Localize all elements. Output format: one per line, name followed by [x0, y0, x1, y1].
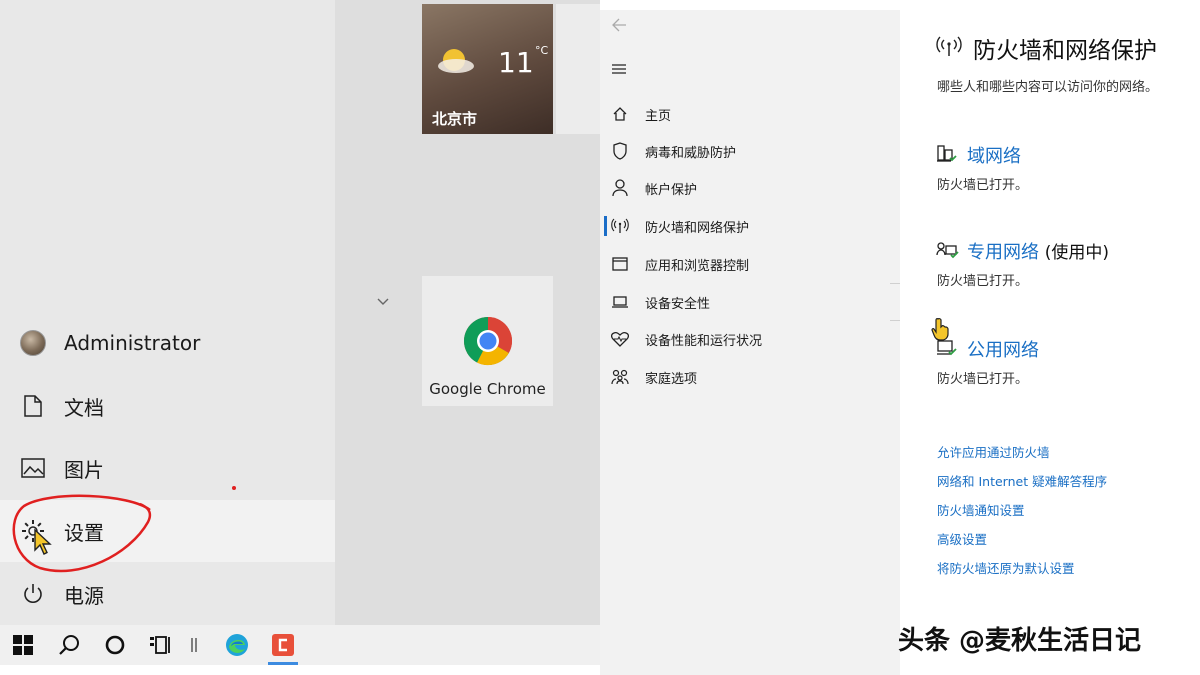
- network-troubleshooter-link[interactable]: 网络和 Internet 疑难解答程序: [937, 471, 1107, 490]
- heart-icon: [610, 329, 630, 349]
- domain-network-status: 防火墙已打开。: [937, 178, 1029, 193]
- laptop-icon: [610, 292, 630, 312]
- start-item-label: 图片: [64, 457, 104, 482]
- chrome-tile[interactable]: Google Chrome: [422, 276, 553, 406]
- chevron-down-icon[interactable]: [373, 292, 393, 312]
- nav-item-family-options[interactable]: 家庭选项: [600, 359, 900, 395]
- nav-item-firewall[interactable]: 防火墙和网络保护: [600, 208, 900, 244]
- start-user-account[interactable]: Administrator: [0, 312, 335, 374]
- network-name: 域网络: [967, 146, 1021, 167]
- cortana-icon: [105, 635, 125, 655]
- browser-window-icon: [610, 254, 630, 274]
- person-icon: [610, 178, 630, 198]
- task-view-button[interactable]: [138, 625, 184, 665]
- allow-app-through-firewall-link[interactable]: 允许应用通过防火墙: [937, 442, 1050, 461]
- network-name: 公用网络: [967, 340, 1039, 361]
- antenna-icon: [610, 216, 630, 236]
- document-icon: [20, 393, 46, 419]
- nav-item-label: 帐户保护: [645, 182, 698, 198]
- annotation-dot: [232, 486, 236, 490]
- nav-item-label: 设备性能和运行状况: [645, 333, 763, 349]
- start-item-label: 电源: [64, 583, 104, 608]
- chrome-tile-label: Google Chrome: [429, 380, 546, 398]
- watermark: 头条 @麦秋生活日记: [898, 626, 1142, 656]
- nav-top-strip: [600, 0, 900, 10]
- chrome-icon: [463, 317, 513, 366]
- partly-cloudy-icon: [438, 49, 474, 73]
- private-network-link[interactable]: 专用网络 (使用中): [967, 238, 1109, 264]
- private-network-status: 防火墙已打开。: [937, 274, 1029, 289]
- avatar: [20, 330, 46, 356]
- nav-item-device-security[interactable]: 设备安全性: [600, 284, 900, 320]
- divider-icon: [191, 638, 197, 652]
- nav-item-label: 设备安全性: [645, 296, 711, 312]
- nav-item-label: 家庭选项: [645, 371, 698, 387]
- start-user-name: Administrator: [64, 331, 201, 355]
- nav-item-label: 防火墙和网络保护: [645, 220, 750, 236]
- nav-item-home[interactable]: 主页: [600, 96, 900, 132]
- start-item-label: 文档: [64, 395, 104, 420]
- power-icon: [20, 581, 46, 607]
- family-icon: [610, 367, 630, 387]
- app-icon: [272, 634, 294, 656]
- cortana-button[interactable]: [92, 625, 138, 665]
- nav-item-label: 病毒和威胁防护: [645, 145, 737, 161]
- nav-item-label: 应用和浏览器控制: [645, 258, 750, 274]
- public-network-icon: [937, 340, 957, 356]
- public-network-link[interactable]: 公用网络: [967, 336, 1039, 362]
- domain-network-link[interactable]: 域网络: [967, 142, 1021, 168]
- hamburger-menu-icon[interactable]: [611, 62, 627, 76]
- network-in-use-label: (使用中): [1044, 243, 1109, 263]
- antenna-icon: [936, 36, 962, 56]
- restore-firewall-defaults-link[interactable]: 将防火墙还原为默认设置: [937, 558, 1075, 577]
- page-title: 防火墙和网络保护: [973, 38, 1157, 64]
- blank-tile[interactable]: [556, 4, 600, 134]
- weather-tile[interactable]: 11 °C 北京市: [422, 4, 553, 134]
- start-item-pictures[interactable]: 图片: [0, 437, 335, 499]
- advanced-settings-link[interactable]: 高级设置: [937, 529, 987, 548]
- nav-item-device-health[interactable]: 设备性能和运行状况: [600, 321, 900, 357]
- edge-icon: [226, 634, 248, 656]
- firewall-notification-settings-link[interactable]: 防火墙通知设置: [937, 500, 1025, 519]
- below-taskbar-area: [0, 665, 600, 675]
- windows-start-icon: [13, 635, 33, 655]
- nav-item-virus-protection[interactable]: 病毒和威胁防护: [600, 133, 900, 169]
- page-description: 哪些人和哪些内容可以访问你的网络。: [937, 80, 1159, 95]
- edge-button[interactable]: [214, 625, 260, 665]
- back-arrow-icon[interactable]: [611, 17, 627, 33]
- picture-icon: [20, 455, 46, 481]
- nav-item-account-protection[interactable]: 帐户保护: [600, 170, 900, 206]
- taskbar-search-button[interactable]: [46, 625, 92, 665]
- domain-network-icon: [937, 145, 957, 162]
- weather-unit: °C: [535, 44, 549, 57]
- taskbar-divider: [184, 625, 204, 665]
- weather-city: 北京市: [432, 110, 478, 128]
- shield-icon: [610, 141, 630, 161]
- app-taskbar-button[interactable]: [260, 625, 306, 665]
- private-network-icon: [936, 242, 959, 259]
- network-name: 专用网络: [967, 242, 1039, 263]
- home-icon: [610, 104, 630, 124]
- search-icon: [59, 635, 79, 655]
- nav-item-app-browser-control[interactable]: 应用和浏览器控制: [600, 246, 900, 282]
- weather-temperature: 11: [498, 46, 534, 79]
- mouse-pointer-icon: [34, 528, 52, 555]
- windows-start-button[interactable]: [0, 625, 46, 665]
- annotation-red-circle: [12, 494, 152, 573]
- nav-edge-line: [890, 320, 900, 321]
- taskbar: [0, 625, 600, 665]
- start-item-documents[interactable]: 文档: [0, 375, 335, 437]
- task-view-icon: [150, 636, 170, 654]
- hand-pointer-icon: [931, 317, 949, 341]
- public-network-status: 防火墙已打开。: [937, 372, 1029, 387]
- nav-edge-line: [890, 283, 900, 284]
- nav-item-label: 主页: [645, 108, 672, 124]
